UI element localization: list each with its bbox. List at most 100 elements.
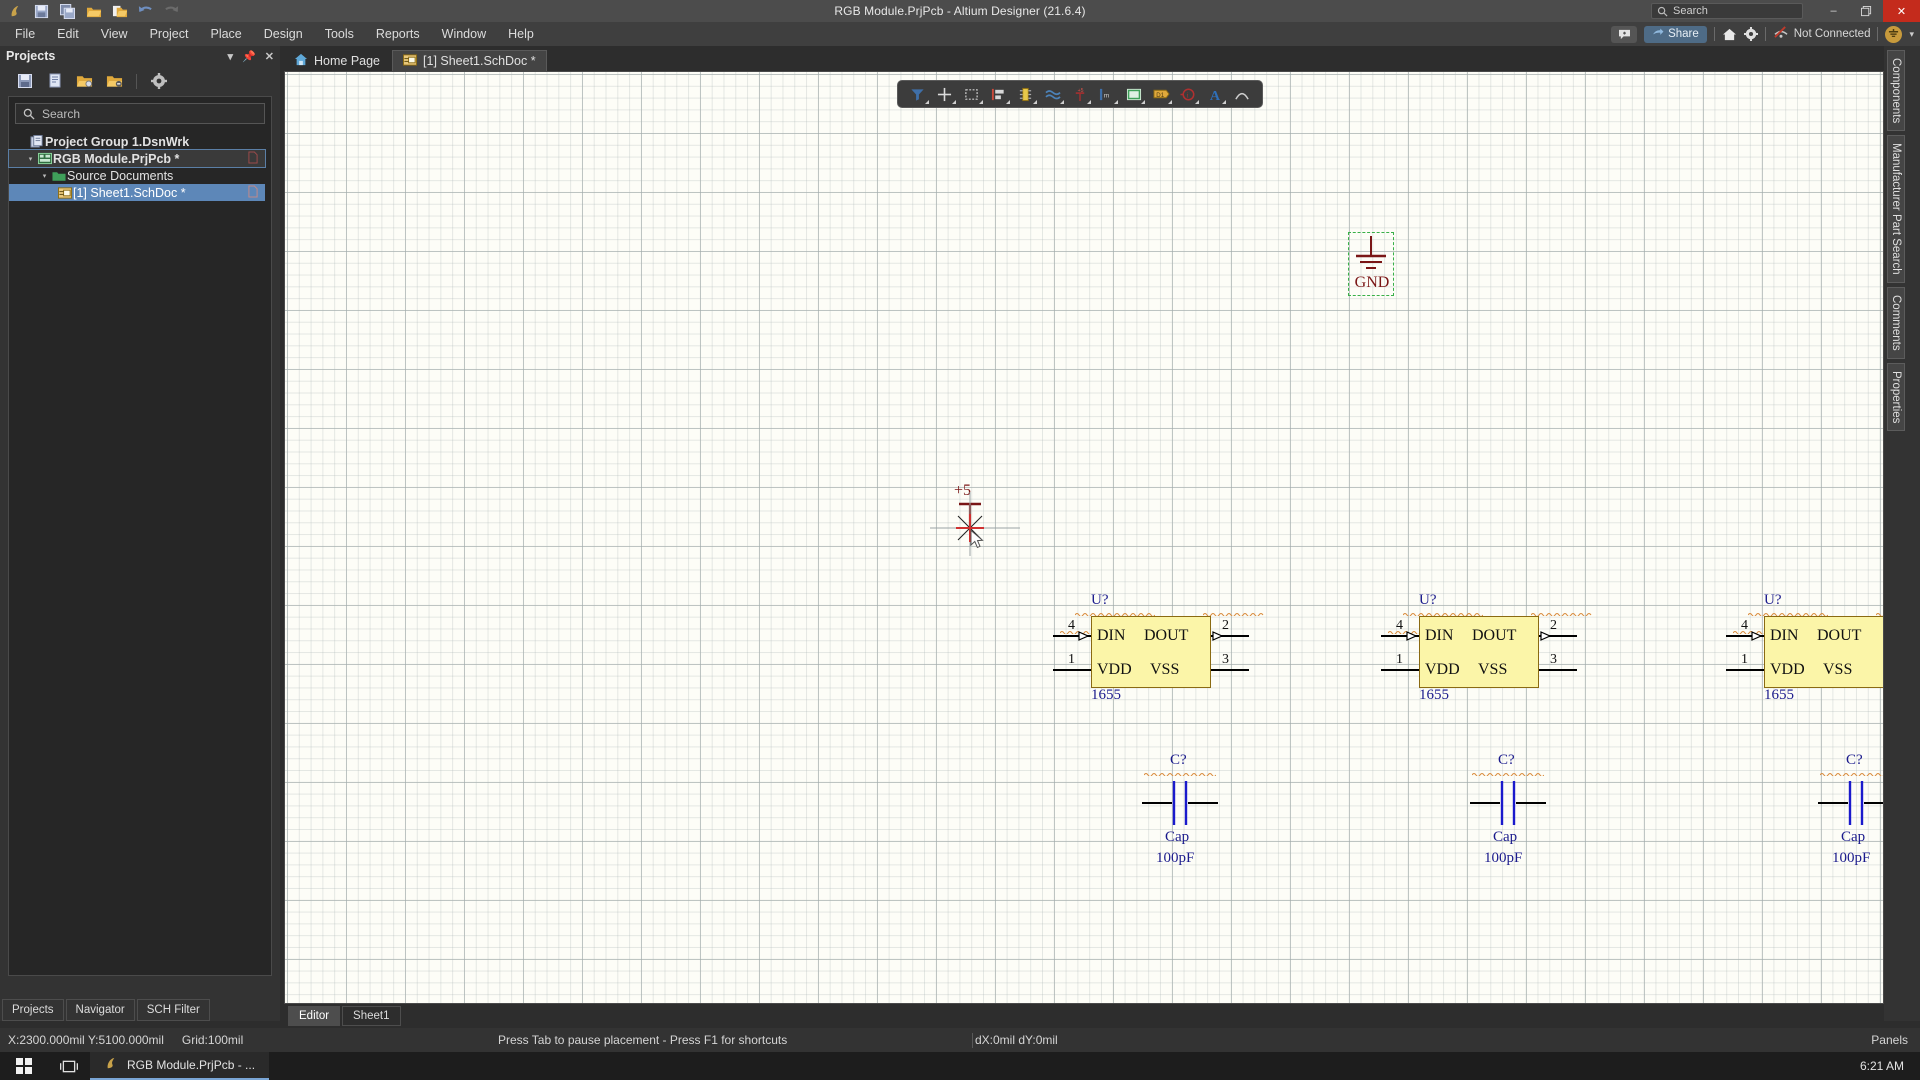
open-project-icon[interactable] [76, 73, 93, 90]
filter-icon[interactable] [907, 83, 929, 105]
ic-pin-label-vss: VSS [1478, 661, 1508, 678]
folder-icon [50, 170, 67, 182]
close-button[interactable]: ✕ [1883, 0, 1920, 22]
pin-icon[interactable]: 📌 [242, 50, 256, 63]
component-cap-2[interactable]: C? Cap 100pF [1448, 752, 1568, 866]
panel-tab-navigator[interactable]: Navigator [65, 999, 135, 1021]
menu-file[interactable]: File [4, 24, 46, 44]
divider [972, 1032, 973, 1048]
chevron-down-icon[interactable]: ▾ [228, 50, 234, 63]
select-area-icon[interactable] [961, 83, 983, 105]
projects-search-input[interactable]: Search [15, 103, 265, 124]
home-icon[interactable] [1722, 28, 1737, 41]
place-no-erc-icon[interactable]: i [1177, 83, 1200, 105]
cap-designator[interactable]: C? [1498, 752, 1515, 769]
windows-start-icon[interactable] [0, 1058, 48, 1074]
document-badge-icon [248, 185, 258, 201]
component-ic-1[interactable]: U? 4 2 1 3 DIN DOUT VDD VSS 1655 [1035, 592, 1265, 712]
schematic-canvas[interactable]: +5 m D1 i A GND +5 U? 4 2 1 3 DIN DOUT V… [284, 71, 1884, 1004]
search-icon [1657, 6, 1668, 17]
tree-item-source-documents[interactable]: ▾ Source Documents [9, 167, 271, 184]
place-text-icon[interactable]: A [1204, 83, 1227, 105]
save-icon[interactable] [16, 73, 33, 90]
plus5-symbol-icon [930, 492, 1020, 556]
cap-part-name[interactable]: Cap [1493, 829, 1517, 846]
comment-icon[interactable] [1611, 25, 1638, 43]
panel-tab-sch-filter[interactable]: SCH Filter [136, 999, 210, 1021]
sidebar-tab-components[interactable]: Components [1887, 50, 1905, 132]
place-part-icon[interactable] [1015, 83, 1037, 105]
ic-pin-label-vss: VSS [1823, 661, 1853, 678]
tab-label: Home Page [314, 53, 381, 68]
ic-part-name[interactable]: 1655 [1764, 687, 1794, 704]
share-button[interactable]: Share [1644, 25, 1707, 43]
global-search-input[interactable]: Search [1651, 3, 1803, 19]
tree-item-workspace[interactable]: Project Group 1.DsnWrk [9, 133, 271, 150]
place-port-icon[interactable]: D1 [1150, 83, 1173, 105]
gear-icon[interactable] [1743, 27, 1758, 41]
ic-part-name[interactable]: 1655 [1091, 687, 1121, 704]
maximize-button[interactable] [1850, 0, 1883, 22]
account-avatar[interactable] [1885, 25, 1903, 43]
taskbar-clock[interactable]: 6:21 AM [1860, 1059, 1920, 1073]
align-icon[interactable] [988, 83, 1010, 105]
task-view-icon[interactable] [48, 1059, 90, 1074]
chevron-down-icon[interactable]: ▾ [25, 155, 36, 163]
crosshair-place-icon[interactable] [934, 83, 956, 105]
connection-status[interactable]: Not Connected [1773, 26, 1870, 42]
editor-tab-sheet1[interactable]: Sheet1 [342, 1006, 401, 1026]
panel-tab-projects[interactable]: Projects [2, 999, 64, 1021]
chevron-down-icon[interactable]: ▾ [39, 172, 50, 180]
place-arc-icon[interactable] [1231, 83, 1253, 105]
tab-home-page[interactable]: Home Page [284, 50, 390, 71]
place-power-port-icon[interactable]: +5 [1069, 83, 1091, 105]
menu-edit[interactable]: Edit [46, 24, 90, 44]
cap-designator[interactable]: C? [1846, 752, 1863, 769]
component-gnd-top[interactable]: GND [1348, 232, 1396, 298]
tab-sheet1-schdoc[interactable]: [1] Sheet1.SchDoc * [392, 50, 547, 71]
tree-item-rgb-module-prjpcb[interactable]: ▾ RGB Module.PrjPcb * [8, 149, 266, 168]
status-delta: dX:0mil dY:0mil [975, 1033, 1058, 1047]
projects-search-placeholder: Search [42, 106, 81, 121]
cap-value[interactable]: 100pF [1484, 850, 1522, 867]
place-wire-icon[interactable] [1042, 83, 1064, 105]
tree-item-sheet1-schdoc[interactable]: [1] Sheet1.SchDoc * [9, 184, 265, 201]
panels-button[interactable]: Panels [1871, 1033, 1908, 1047]
ic-part-name[interactable]: 1655 [1419, 687, 1449, 704]
sidebar-tab-comments[interactable]: Comments [1887, 286, 1905, 359]
cap-designator[interactable]: C? [1170, 752, 1187, 769]
menu-view[interactable]: View [90, 24, 139, 44]
component-plus5-floating[interactable]: +5 [930, 482, 1020, 562]
gear-icon[interactable] [150, 73, 167, 90]
menu-window[interactable]: Window [431, 24, 497, 44]
cap-value[interactable]: 100pF [1156, 850, 1194, 867]
component-cap-1[interactable]: C? Cap 100pF [1120, 752, 1240, 866]
capacitor-symbol-icon [1142, 781, 1218, 825]
component-ic-2[interactable]: U? 4 2 1 3 DIN DOUT VDD VSS 1655 [1363, 592, 1593, 712]
menu-tools[interactable]: Tools [314, 24, 365, 44]
cap-part-name[interactable]: Cap [1841, 829, 1865, 846]
place-net-label-icon[interactable]: m [1096, 83, 1118, 105]
cap-value[interactable]: 100pF [1832, 850, 1870, 867]
close-icon[interactable]: ✕ [265, 50, 274, 63]
menu-help[interactable]: Help [497, 24, 545, 44]
close-project-icon[interactable] [106, 73, 123, 90]
minimize-button[interactable]: – [1817, 0, 1850, 22]
editor-tab-editor[interactable]: Editor [288, 1006, 341, 1026]
share-label: Share [1668, 28, 1699, 40]
menu-place[interactable]: Place [199, 24, 252, 44]
place-sheet-symbol-icon[interactable] [1123, 83, 1146, 105]
menu-design[interactable]: Design [253, 24, 314, 44]
sidebar-tab-properties[interactable]: Properties [1887, 362, 1905, 431]
ic-pin-label-vdd: VDD [1770, 661, 1805, 678]
menu-reports[interactable]: Reports [365, 24, 431, 44]
svg-text:D1: D1 [1156, 92, 1164, 99]
component-ic-3[interactable]: U? 4 2 1 3 DIN DOUT [1708, 592, 1883, 712]
taskbar-app-altium[interactable]: RGB Module.PrjPcb - ... [90, 1052, 270, 1080]
compile-icon[interactable] [46, 73, 63, 90]
menu-project[interactable]: Project [139, 24, 200, 44]
sidebar-tab-manufacturer-part-search[interactable]: Manufacturer Part Search [1887, 135, 1905, 283]
cap-part-name[interactable]: Cap [1165, 829, 1189, 846]
account-chevron-down-icon[interactable]: ▾ [1909, 29, 1914, 40]
component-cap-3[interactable]: C? Cap 100pF [1796, 752, 1883, 866]
